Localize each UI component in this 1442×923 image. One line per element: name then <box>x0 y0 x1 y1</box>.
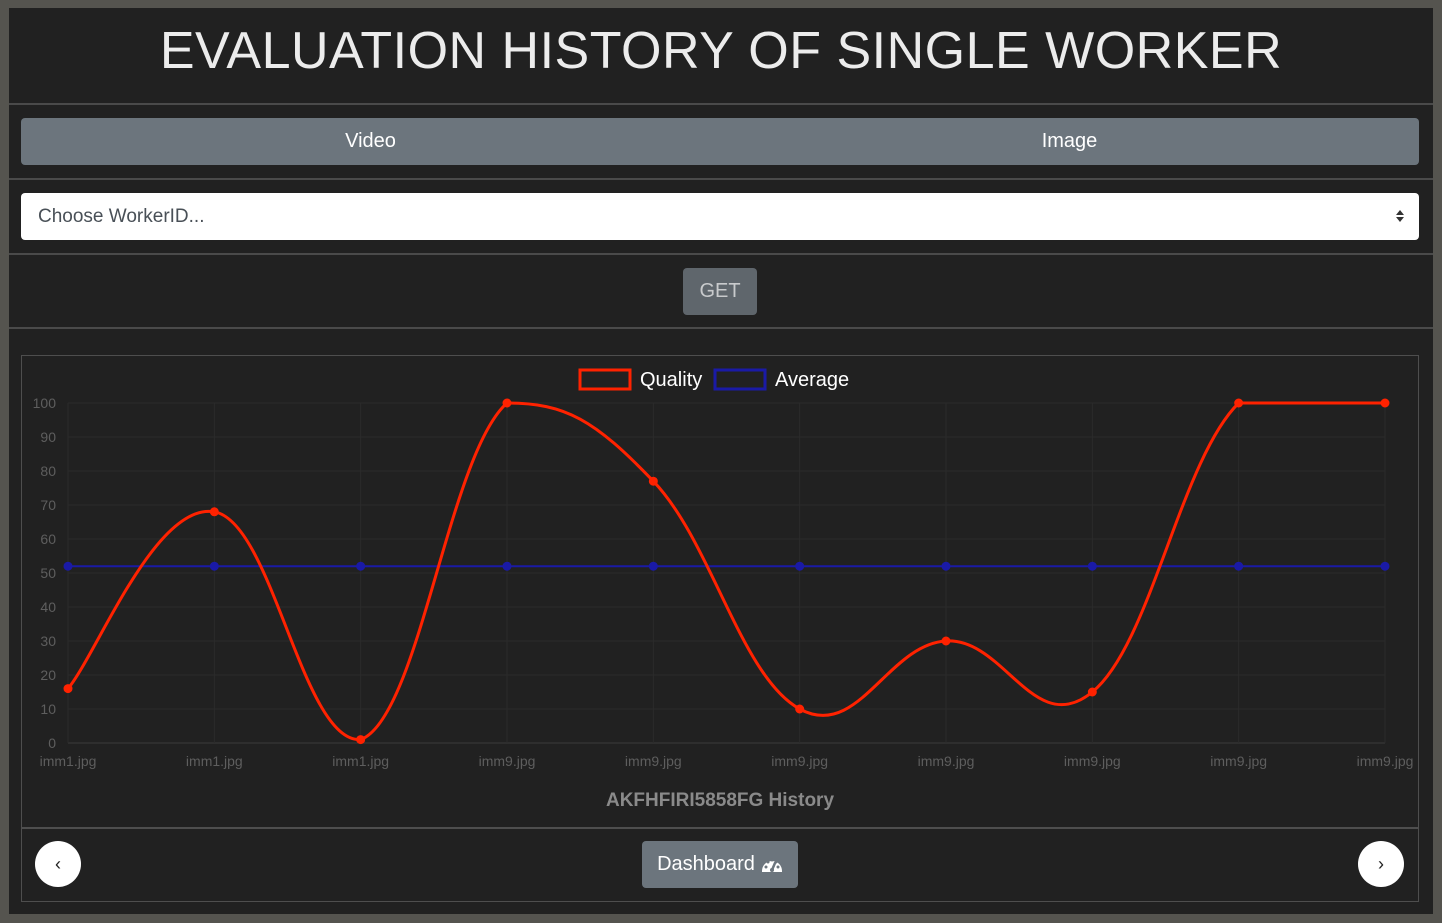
data-point-average <box>209 561 219 571</box>
data-point-quality <box>1087 687 1097 697</box>
x-tick-label: imm1.jpg <box>332 753 389 769</box>
y-tick-label: 90 <box>40 429 56 445</box>
data-point-average <box>502 561 512 571</box>
data-point-quality <box>795 704 805 714</box>
data-point-average <box>63 561 73 571</box>
data-point-average <box>356 561 366 571</box>
data-point-average <box>941 561 951 571</box>
data-point-quality <box>1380 398 1390 408</box>
x-tick-label: imm9.jpg <box>1357 753 1414 769</box>
chart-grid <box>67 402 1386 744</box>
y-tick-label: 40 <box>40 599 56 615</box>
y-tick-label: 20 <box>40 667 56 683</box>
app-frame: EVALUATION HISTORY OF SINGLE WORKER Vide… <box>9 8 1433 914</box>
y-tick-label: 70 <box>40 497 56 513</box>
data-point-quality <box>648 476 658 486</box>
dashboard-button-label: Dashboard <box>657 853 755 875</box>
prev-button[interactable]: ‹ <box>35 841 81 887</box>
data-point-quality <box>502 398 512 408</box>
data-point-average <box>1087 561 1097 571</box>
tachometer-icon <box>761 858 782 872</box>
chart-series <box>63 398 1390 745</box>
x-tick-label: imm9.jpg <box>1210 753 1267 769</box>
y-tick-label: 80 <box>40 463 56 479</box>
chart-card: 0 10 20 30 40 50 60 70 80 90 100 imm1.jpg imm1.jpg i… <box>21 355 1419 902</box>
history-line-chart: 0102030405060708090100 imm1.jpg imm1.jpg i… <box>33 368 1414 811</box>
chart-card-footer: ‹ Dashboard › <box>22 827 1418 903</box>
data-point-quality <box>941 636 951 646</box>
y-tick-label: 30 <box>40 633 56 649</box>
x-tick-label: imm9.jpg <box>1064 753 1121 769</box>
data-point-average <box>648 561 658 571</box>
chart-legend: Quality Average <box>578 368 849 391</box>
data-point-average <box>795 561 805 571</box>
legend-swatch-average <box>713 368 767 391</box>
x-tick-label: imm9.jpg <box>625 753 682 769</box>
data-point-quality <box>63 684 73 694</box>
legend-swatch-quality <box>578 368 632 391</box>
data-point-average <box>1234 561 1244 571</box>
x-tick-label: imm1.jpg <box>40 753 97 769</box>
data-point-average <box>1380 561 1390 571</box>
y-tick-label: 0 <box>48 735 56 751</box>
data-point-quality <box>209 507 219 517</box>
x-tick-label: imm9.jpg <box>771 753 828 769</box>
x-tick-label: imm1.jpg <box>186 753 243 769</box>
legend-label-average: Average <box>775 369 849 391</box>
series-line-quality <box>66 401 1385 742</box>
next-button[interactable]: › <box>1358 841 1404 887</box>
legend-label-quality: Quality <box>640 369 702 391</box>
dashboard-button[interactable]: Dashboard <box>642 841 798 888</box>
y-tick-label: 60 <box>40 531 56 547</box>
x-axis-ticks: imm1.jpg imm1.jpg imm1.jpg imm9.jpg imm9.jpg… <box>40 753 1414 769</box>
y-tick-label: 10 <box>40 701 56 717</box>
x-tick-label: imm9.jpg <box>479 753 536 769</box>
data-point-quality <box>1234 398 1244 408</box>
chart-title: AKFHFIRI5858FG History <box>606 790 834 811</box>
y-axis-ticks: 0 10 20 30 40 50 60 70 80 90 100 <box>33 395 57 751</box>
y-tick-label: 50 <box>40 565 56 581</box>
y-tick-label: 100 <box>33 395 57 411</box>
data-point-quality <box>356 735 366 745</box>
x-tick-label: imm9.jpg <box>918 753 975 769</box>
